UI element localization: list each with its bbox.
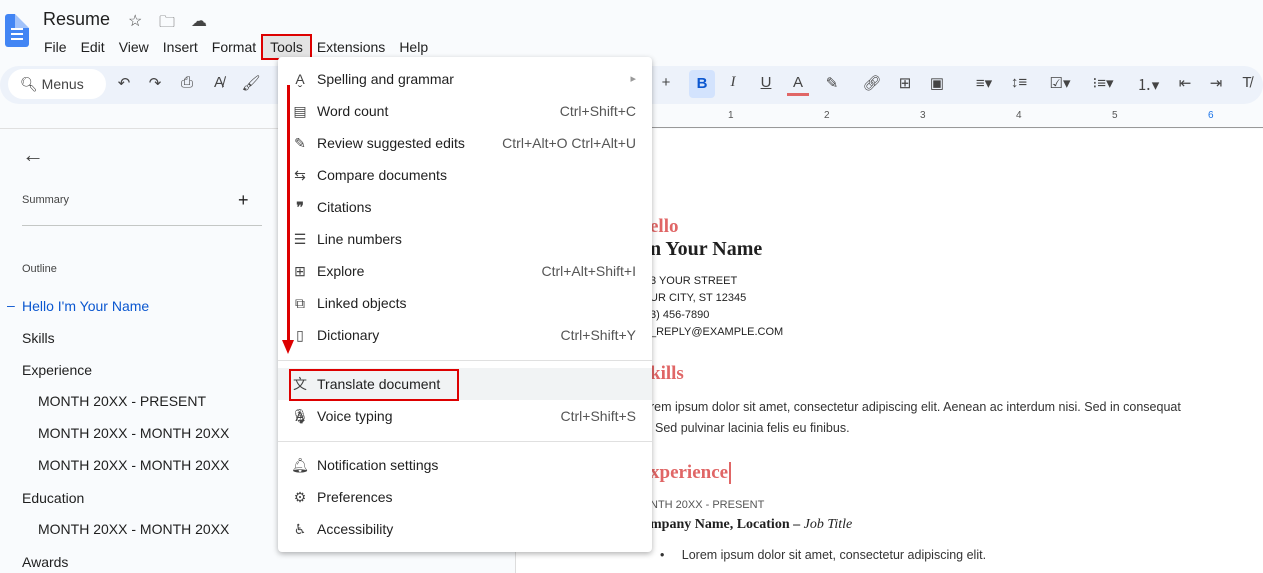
menu-item-accessibility[interactable]: ♿︎ Accessibility (278, 513, 652, 545)
bell-icon: 🔔︎ (291, 457, 309, 473)
cloud-saved-icon[interactable]: ☁ (191, 11, 207, 31)
annotation-arrow (287, 85, 290, 343)
menu-item-dictionary[interactable]: ▯ Dictionary Ctrl+Shift+Y (278, 319, 652, 351)
menu-format[interactable]: Format (205, 36, 263, 58)
menu-edit[interactable]: Edit (74, 36, 112, 58)
outline-item[interactable]: Skills (22, 330, 55, 346)
search-icon: 🔍︎ (20, 76, 42, 92)
divider (22, 225, 262, 226)
star-icon[interactable]: ☆ (128, 11, 142, 31)
menu-separator (278, 441, 652, 442)
menu-item-citations[interactable]: ❞ Citations (278, 191, 652, 223)
accessibility-icon: ♿︎ (293, 521, 307, 537)
paint-format-icon[interactable]: 🖌︎ (240, 74, 262, 92)
line-numbers-icon: ☰ (293, 231, 307, 247)
numbered-list-icon[interactable]: ⒈▾ (1130, 74, 1166, 95)
menu-item-review-edits[interactable]: ✎ Review suggested edits Ctrl+Alt+O Ctrl+A… (278, 127, 652, 159)
outline-item[interactable]: MONTH 20XX - PRESENT (38, 393, 206, 409)
preferences-icon: ⚙ (293, 489, 307, 505)
menu-extensions[interactable]: Extensions (310, 36, 392, 58)
highlight-icon[interactable]: ✎ (821, 74, 843, 92)
spellcheck-icon[interactable]: A̸ (208, 74, 230, 91)
menu-view[interactable]: View (112, 36, 156, 58)
menu-item-spelling[interactable]: A̬ Spelling and grammar ▸ (278, 63, 652, 95)
compare-icon: ⇆ (294, 167, 306, 183)
back-arrow-icon[interactable]: ← (22, 142, 44, 168)
menu-item-preferences[interactable]: ⚙ Preferences (278, 481, 652, 513)
add-comment-icon[interactable]: ⊞ (894, 74, 916, 92)
increase-indent-icon[interactable]: ⇥ (1205, 74, 1227, 92)
move-to-folder-icon[interactable]: 🗀 (159, 11, 175, 38)
menu-item-notifications[interactable]: 🔔︎ Notification settings (278, 449, 652, 481)
outline-item[interactable]: MONTH 20XX - MONTH 20XX (38, 457, 229, 473)
spelling-icon: A̬ (295, 71, 305, 87)
menu-file[interactable]: File (37, 36, 74, 58)
outline-item[interactable]: MONTH 20XX - MONTH 20XX (38, 425, 229, 441)
ruler[interactable]: 1 2 3 4 5 6 (652, 110, 1263, 128)
word-count-icon: ▤ (293, 103, 307, 119)
line-spacing-icon[interactable]: ↕≡ (1008, 74, 1030, 91)
link-icon[interactable]: 🔗︎ (861, 74, 883, 92)
quote-icon: ❞ (296, 199, 304, 215)
outline-item[interactable]: Education (22, 490, 84, 506)
doc-phone: 3) 456-7890 (650, 309, 710, 321)
outline-item[interactable]: Experience (22, 362, 92, 378)
outline-item[interactable]: Awards (22, 554, 68, 570)
doc-street: 3 YOUR STREET (650, 275, 738, 287)
doc-city: UR CITY, ST 12345 (650, 292, 747, 304)
menu-item-linked-objects[interactable]: ⧉ Linked objects (278, 287, 652, 319)
doc-skills-text: rem ipsum dolor sit amet, consectetur ad… (650, 400, 1181, 414)
document-title[interactable]: Resume (43, 9, 110, 30)
insert-image-icon[interactable]: ▣ (926, 74, 948, 92)
doc-skills-heading: kills (650, 363, 684, 384)
link-objects-icon: ⧉ (295, 295, 305, 311)
decrease-indent-icon[interactable]: ⇤ (1174, 74, 1196, 92)
outline-item[interactable]: Hello I'm Your Name (22, 298, 149, 314)
bulleted-list-icon[interactable]: ⁝≡▾ (1085, 74, 1121, 92)
undo-icon[interactable]: ↶ (113, 74, 135, 92)
explore-icon: ⊞ (294, 263, 306, 279)
doc-company: mpany Name, Location – Job Title (650, 517, 853, 532)
increase-font-size-icon[interactable]: + (655, 74, 677, 91)
text-color-button[interactable]: A (787, 74, 809, 96)
outline-item[interactable]: MONTH 20XX - MONTH 20XX (38, 521, 229, 537)
clear-formatting-icon[interactable]: T̸ (1236, 74, 1258, 91)
doc-bullet: • Lorem ipsum dolor sit amet, consectetu… (660, 548, 987, 562)
review-edits-icon: ✎ (294, 135, 306, 151)
menu-item-explore[interactable]: ⊞ Explore Ctrl+Alt+Shift+I (278, 255, 652, 287)
menu-separator (278, 360, 652, 361)
search-menus-input[interactable]: 🔍︎ Menus (8, 69, 106, 99)
doc-date: NTH 20XX - PRESENT (650, 499, 765, 511)
annotation-highlight-box (289, 369, 459, 401)
submenu-arrow-icon: ▸ (630, 73, 636, 85)
doc-experience-heading: xperience (650, 462, 732, 484)
outline-label: Outline (22, 263, 57, 275)
redo-icon[interactable]: ↷ (144, 74, 166, 92)
align-icon[interactable]: ≡▾ (966, 74, 1002, 92)
menubar: File Edit View Insert Format Tools Exten… (37, 34, 435, 60)
doc-email: _REPLY@EXAMPLE.COM (650, 326, 784, 338)
doc-hello: ello (650, 216, 679, 237)
summary-label: Summary (22, 194, 70, 206)
mic-icon: 🎙︎ (291, 408, 309, 424)
menu-item-voice-typing[interactable]: 🎙︎ Voice typing Ctrl+Shift+S (278, 400, 652, 432)
menu-item-word-count[interactable]: ▤ Word count Ctrl+Shift+C (278, 95, 652, 127)
annotation-arrowhead (282, 340, 294, 354)
underline-button[interactable]: U (755, 74, 777, 91)
menu-item-line-numbers[interactable]: ☰ Line numbers (278, 223, 652, 255)
add-summary-icon[interactable]: + (238, 190, 249, 211)
doc-skills-text: Sed pulvinar lacinia felis eu finibus. (655, 421, 850, 435)
print-icon[interactable]: ⎙ (176, 74, 198, 91)
tools-menu: A̬ Spelling and grammar ▸ ▤ Word count Ctrl+… (278, 57, 652, 552)
docs-logo[interactable] (5, 14, 29, 47)
doc-name: n Your Name (650, 238, 763, 260)
outline-active-marker: – (7, 297, 15, 313)
menu-tools[interactable]: Tools (261, 34, 312, 60)
menu-item-compare[interactable]: ⇆ Compare documents (278, 159, 652, 191)
checklist-icon[interactable]: ☑▾ (1042, 74, 1078, 92)
italic-button[interactable]: I (722, 74, 744, 91)
bold-button[interactable]: B (689, 70, 715, 98)
menu-insert[interactable]: Insert (156, 36, 205, 58)
menu-help[interactable]: Help (392, 36, 435, 58)
